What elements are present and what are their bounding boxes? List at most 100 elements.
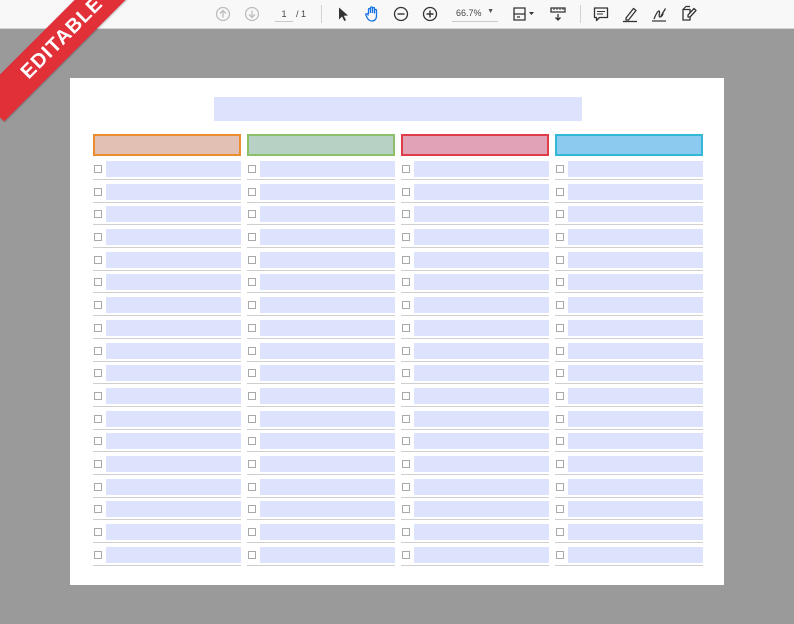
checkbox[interactable] [248,301,256,310]
row-text-field[interactable] [568,161,703,177]
row-text-field[interactable] [106,524,241,540]
checkbox[interactable] [94,369,102,378]
checkbox[interactable] [248,255,256,264]
checkbox[interactable] [248,187,256,196]
row-text-field[interactable] [414,342,549,359]
checkbox[interactable] [402,187,410,196]
checkbox[interactable] [402,278,410,287]
checkbox[interactable] [556,459,564,468]
row-text-field[interactable] [106,183,241,200]
row-text-field[interactable] [414,161,549,177]
column-header-field[interactable] [401,134,549,156]
row-text-field[interactable] [568,297,703,314]
checkbox[interactable] [94,459,102,468]
row-text-field[interactable] [260,183,395,200]
row-text-field[interactable] [260,455,395,472]
row-text-field[interactable] [568,251,703,268]
page-number-input[interactable]: 1 [275,7,293,22]
checkbox[interactable] [556,346,564,355]
checkbox[interactable] [248,165,256,173]
row-text-field[interactable] [260,433,395,450]
checkbox[interactable] [248,323,256,332]
checkbox[interactable] [556,550,564,559]
row-text-field[interactable] [260,501,395,518]
row-text-field[interactable] [260,274,395,291]
checkbox[interactable] [402,459,410,468]
row-text-field[interactable] [414,274,549,291]
checkbox[interactable] [556,187,564,196]
checkbox[interactable] [556,323,564,332]
row-text-field[interactable] [260,319,395,336]
checkbox[interactable] [402,323,410,332]
checkbox[interactable] [556,210,564,219]
row-text-field[interactable] [568,319,703,336]
checkbox[interactable] [248,482,256,491]
row-text-field[interactable] [260,161,395,177]
checkbox[interactable] [402,210,410,219]
row-text-field[interactable] [568,501,703,518]
checkbox[interactable] [94,165,102,173]
row-text-field[interactable] [568,455,703,472]
checkbox[interactable] [248,505,256,514]
checkbox[interactable] [94,391,102,400]
checkbox[interactable] [248,459,256,468]
checkbox[interactable] [556,505,564,514]
checkbox[interactable] [556,369,564,378]
row-text-field[interactable] [414,229,549,246]
row-text-field[interactable] [568,365,703,382]
row-text-field[interactable] [260,251,395,268]
title-input-field[interactable] [214,97,582,121]
checkbox[interactable] [556,414,564,423]
checkbox[interactable] [402,482,410,491]
row-text-field[interactable] [414,546,549,563]
sign-button[interactable] [650,5,668,23]
edit-pdf-button[interactable] [680,5,698,23]
row-text-field[interactable] [106,410,241,427]
zoom-out-button[interactable] [392,5,410,23]
row-text-field[interactable] [568,206,703,223]
row-text-field[interactable] [568,546,703,563]
checkbox[interactable] [402,391,410,400]
row-text-field[interactable] [106,546,241,563]
row-text-field[interactable] [106,319,241,336]
checkbox[interactable] [402,550,410,559]
row-text-field[interactable] [106,342,241,359]
row-text-field[interactable] [106,433,241,450]
row-text-field[interactable] [106,251,241,268]
checkbox[interactable] [248,391,256,400]
row-text-field[interactable] [414,455,549,472]
row-text-field[interactable] [106,206,241,223]
checkbox[interactable] [94,414,102,423]
row-text-field[interactable] [260,387,395,404]
row-text-field[interactable] [260,206,395,223]
zoom-in-button[interactable] [421,5,439,23]
row-text-field[interactable] [414,478,549,495]
checkbox[interactable] [94,233,102,242]
checkbox[interactable] [402,301,410,310]
row-text-field[interactable] [414,297,549,314]
checkbox[interactable] [556,391,564,400]
row-text-field[interactable] [414,251,549,268]
checkbox[interactable] [94,550,102,559]
checkbox[interactable] [94,301,102,310]
checkbox[interactable] [556,165,564,173]
fit-page-button[interactable] [511,5,537,23]
row-text-field[interactable] [106,365,241,382]
checkbox[interactable] [248,346,256,355]
checkbox[interactable] [94,528,102,536]
select-tool-button[interactable] [334,5,352,23]
checkbox[interactable] [248,437,256,446]
checkbox[interactable] [402,437,410,446]
row-text-field[interactable] [106,229,241,246]
row-text-field[interactable] [414,319,549,336]
row-text-field[interactable] [260,410,395,427]
checkbox[interactable] [556,255,564,264]
checkbox[interactable] [402,255,410,264]
row-text-field[interactable] [414,365,549,382]
checkbox[interactable] [94,505,102,514]
checkbox[interactable] [556,233,564,242]
row-text-field[interactable] [260,229,395,246]
checkbox[interactable] [248,278,256,287]
checkbox[interactable] [94,210,102,219]
comment-button[interactable] [592,5,610,23]
